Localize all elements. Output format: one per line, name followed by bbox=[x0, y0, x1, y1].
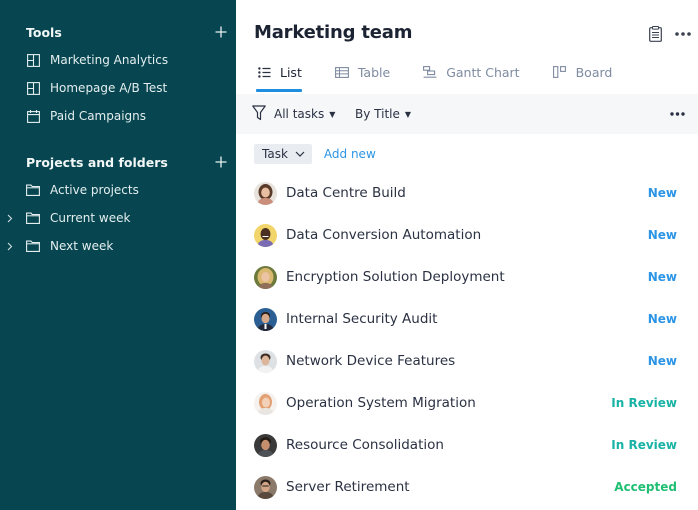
sidebar-item-marketing-analytics[interactable]: Marketing Analytics bbox=[0, 48, 236, 72]
page-title: Marketing team bbox=[254, 22, 413, 43]
tab-list[interactable]: List bbox=[256, 58, 302, 92]
avatar bbox=[254, 391, 277, 415]
chevron-right-icon[interactable] bbox=[6, 234, 14, 258]
tab-label: List bbox=[280, 64, 302, 80]
tab-gantt-chart[interactable]: Gantt Chart bbox=[422, 58, 520, 86]
sidebar-item-homepage-ab-test[interactable]: Homepage A/B Test bbox=[0, 76, 236, 100]
filter-dropdown[interactable]: All tasks ▼ bbox=[274, 105, 335, 123]
task-name: Data Centre Build bbox=[286, 185, 406, 201]
sidebar-item-label: Next week bbox=[50, 239, 114, 253]
avatar bbox=[254, 265, 277, 289]
avatar bbox=[254, 307, 277, 331]
add-tool-button[interactable] bbox=[214, 22, 228, 42]
chevron-down-icon bbox=[295, 149, 305, 159]
more-icon[interactable] bbox=[668, 106, 686, 122]
header-actions bbox=[646, 25, 692, 43]
avatar bbox=[254, 181, 277, 205]
gantt-icon bbox=[422, 65, 438, 79]
sidebar-item-next-week[interactable]: Next week bbox=[0, 234, 236, 258]
tab-table[interactable]: Table bbox=[334, 58, 390, 86]
dashboard-icon bbox=[26, 81, 40, 95]
sort-label: By Title bbox=[355, 107, 400, 121]
filter-label: All tasks bbox=[274, 107, 325, 121]
status-badge: In Review bbox=[611, 438, 677, 452]
task-name: Internal Security Audit bbox=[286, 311, 438, 327]
task-add-bar: Task Add new bbox=[254, 144, 376, 164]
avatar bbox=[254, 433, 277, 457]
status-badge: New bbox=[647, 354, 677, 368]
sidebar-item-label: Active projects bbox=[50, 183, 139, 197]
folder-icon bbox=[26, 239, 40, 253]
table-icon bbox=[334, 65, 350, 79]
main-panel: Marketing team List Table Gantt Chart Bo… bbox=[236, 0, 698, 510]
task-name: Operation System Migration bbox=[286, 395, 476, 411]
sidebar-item-current-week[interactable]: Current week bbox=[0, 206, 236, 230]
task-row[interactable]: Server Retirement Accepted bbox=[236, 466, 698, 508]
filter-icon[interactable] bbox=[252, 105, 268, 123]
folder-icon bbox=[26, 183, 40, 197]
task-row[interactable]: Encryption Solution Deployment New bbox=[236, 256, 698, 298]
task-name: Server Retirement bbox=[286, 479, 410, 495]
calendar-icon bbox=[26, 109, 40, 123]
tab-label: Table bbox=[357, 64, 391, 80]
task-type-label: Task bbox=[262, 147, 288, 161]
tab-label: Board bbox=[575, 64, 613, 80]
avatar bbox=[254, 349, 277, 373]
task-row[interactable]: Data Centre Build New bbox=[236, 172, 698, 214]
task-row[interactable]: Network Device Features New bbox=[236, 340, 698, 382]
sidebar-item-label: Homepage A/B Test bbox=[50, 81, 168, 95]
dashboard-icon bbox=[26, 53, 40, 67]
plus-icon bbox=[215, 26, 227, 38]
task-name: Network Device Features bbox=[286, 353, 456, 369]
sidebar-section-projects: Projects and folders bbox=[26, 152, 236, 172]
plus-icon bbox=[215, 156, 227, 168]
add-new-link[interactable]: Add new bbox=[324, 147, 376, 161]
status-badge: Accepted bbox=[614, 480, 677, 494]
view-tabs: List Table Gantt Chart Board bbox=[256, 58, 644, 92]
avatar bbox=[254, 475, 277, 499]
list-icon bbox=[256, 65, 272, 79]
task-row[interactable]: Data Conversion Automation New bbox=[236, 214, 698, 256]
sidebar-item-active-projects[interactable]: Active projects bbox=[0, 178, 236, 202]
board-icon bbox=[552, 65, 568, 79]
clipboard-icon[interactable] bbox=[646, 25, 664, 43]
section-title: Projects and folders bbox=[26, 154, 168, 170]
sidebar-item-paid-campaigns[interactable]: Paid Campaigns bbox=[0, 104, 236, 128]
section-title: Tools bbox=[26, 24, 62, 40]
sidebar: Tools Marketing Analytics Homepage A/B T… bbox=[0, 0, 236, 510]
sort-dropdown[interactable]: By Title ▼ bbox=[355, 105, 411, 123]
task-name: Resource Consolidation bbox=[286, 437, 444, 453]
folder-icon bbox=[26, 211, 40, 225]
status-badge: In Review bbox=[611, 396, 677, 410]
sidebar-item-label: Current week bbox=[50, 211, 131, 225]
task-row[interactable]: Resource Consolidation In Review bbox=[236, 424, 698, 466]
sidebar-item-label: Paid Campaigns bbox=[50, 109, 147, 123]
add-project-button[interactable] bbox=[214, 152, 228, 172]
caret-down-icon: ▼ bbox=[404, 109, 412, 119]
caret-down-icon: ▼ bbox=[329, 109, 336, 119]
sidebar-section-tools: Tools bbox=[26, 22, 236, 42]
sidebar-item-label: Marketing Analytics bbox=[50, 53, 169, 67]
chevron-right-icon[interactable] bbox=[6, 206, 14, 230]
task-row[interactable]: Operation System Migration In Review bbox=[236, 382, 698, 424]
tab-label: Gantt Chart bbox=[446, 64, 520, 80]
task-row[interactable]: Internal Security Audit New bbox=[236, 298, 698, 340]
status-badge: New bbox=[647, 270, 677, 284]
task-type-select[interactable]: Task bbox=[254, 144, 312, 164]
more-icon[interactable] bbox=[674, 25, 692, 43]
status-badge: New bbox=[647, 186, 677, 200]
task-name: Encryption Solution Deployment bbox=[286, 269, 505, 285]
task-name: Data Conversion Automation bbox=[286, 227, 482, 243]
status-badge: New bbox=[647, 312, 677, 326]
status-badge: New bbox=[647, 228, 677, 242]
filter-toolbar: All tasks ▼ By Title ▼ bbox=[236, 94, 698, 134]
task-list: Data Centre Build New Data Conversion Au… bbox=[236, 172, 698, 508]
avatar bbox=[254, 223, 277, 247]
tab-board[interactable]: Board bbox=[552, 58, 613, 86]
